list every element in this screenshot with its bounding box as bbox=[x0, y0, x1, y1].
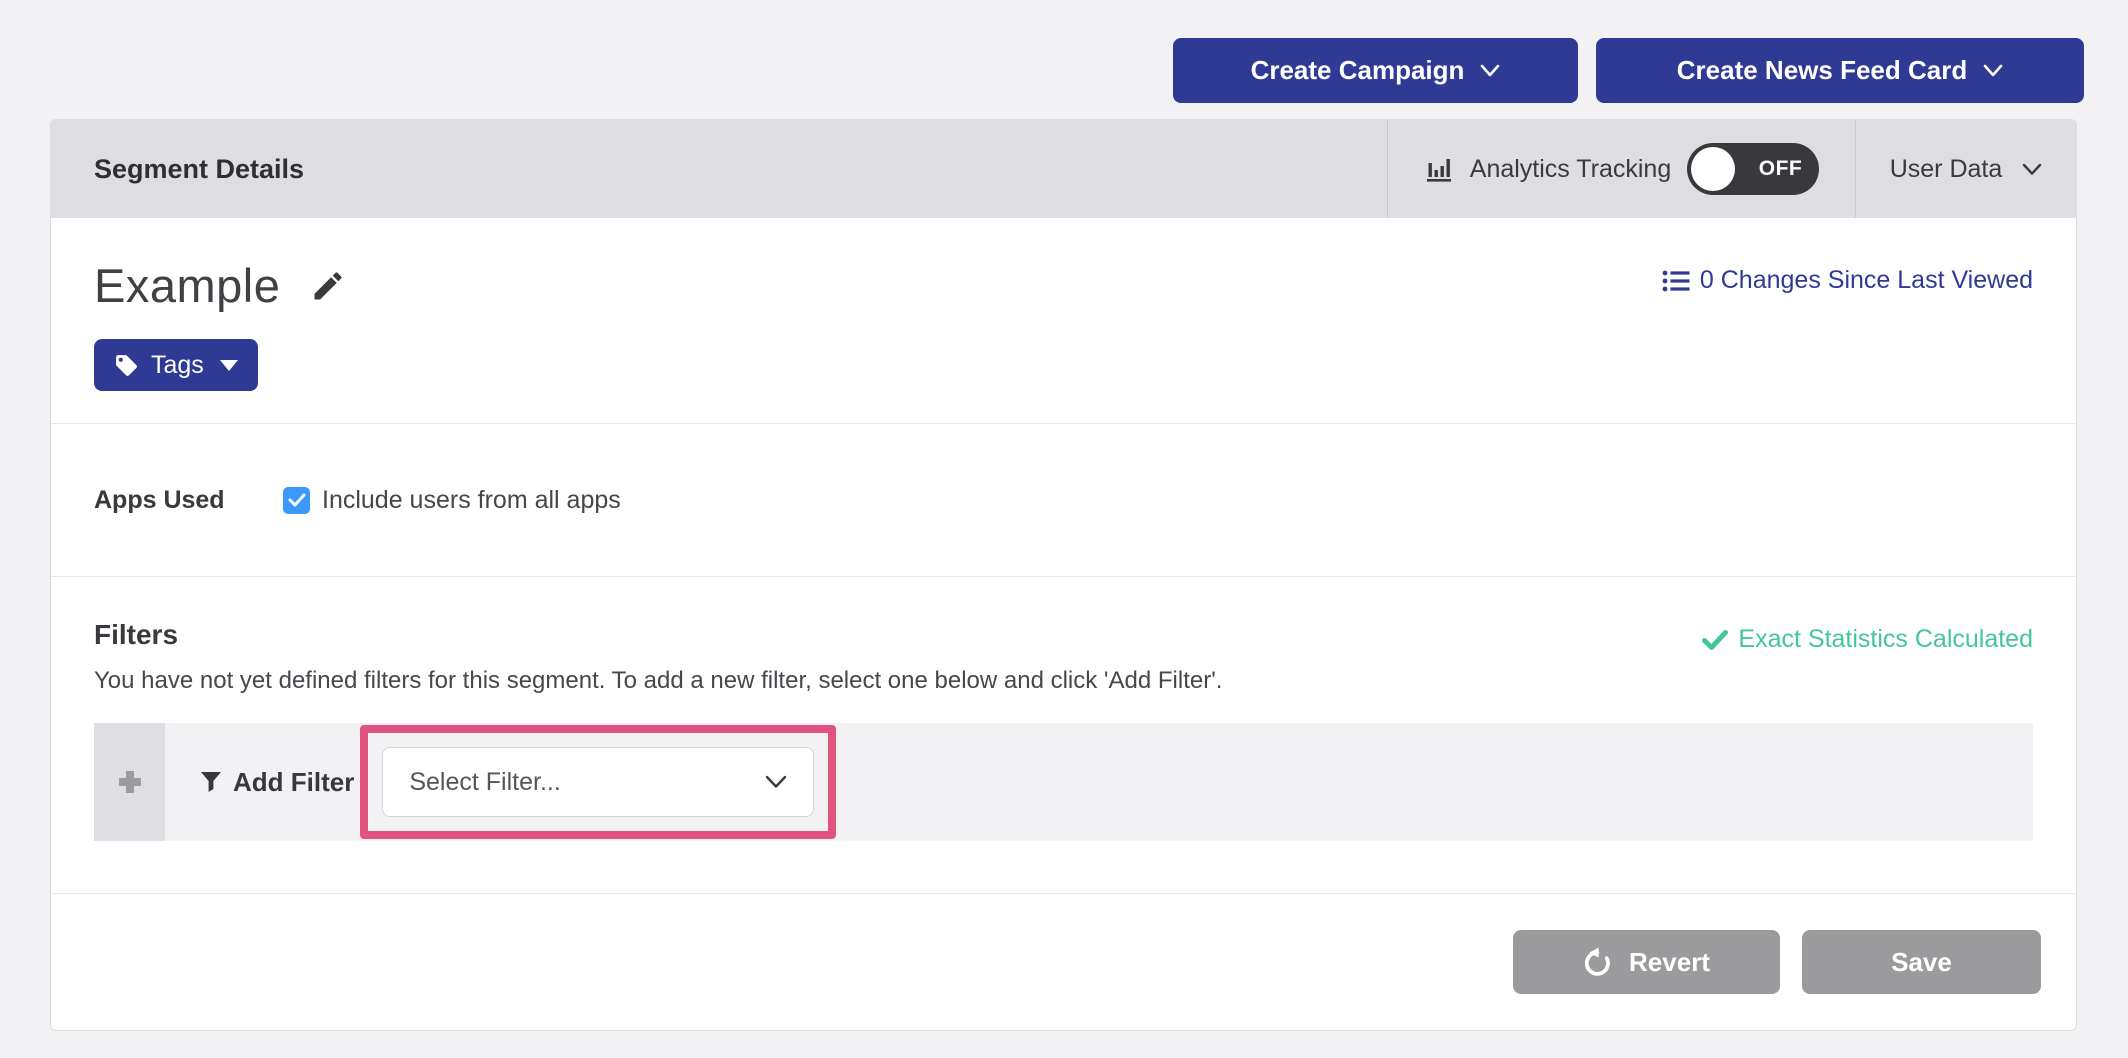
save-label: Save bbox=[1891, 947, 1952, 978]
list-icon bbox=[1662, 269, 1690, 293]
create-campaign-label: Create Campaign bbox=[1251, 55, 1465, 86]
pencil-icon bbox=[310, 268, 346, 304]
analytics-tracking-section: Analytics Tracking OFF bbox=[1387, 120, 1855, 218]
top-action-bar: Create Campaign Create News Feed Card bbox=[1173, 38, 2084, 103]
create-news-feed-card-button[interactable]: Create News Feed Card bbox=[1596, 38, 2084, 103]
caret-down-icon bbox=[220, 360, 238, 371]
tag-icon bbox=[114, 353, 139, 378]
bar-chart-icon bbox=[1424, 154, 1454, 184]
check-icon bbox=[288, 493, 306, 507]
filters-helper-text: You have not yet defined filters for thi… bbox=[94, 667, 2033, 695]
create-campaign-button[interactable]: Create Campaign bbox=[1173, 38, 1578, 103]
add-filter-row: Add Filter Select Filter... bbox=[94, 723, 2033, 841]
segment-details-card: Segment Details Analytics Tracking OFF U… bbox=[50, 119, 2077, 1031]
plus-icon bbox=[115, 767, 145, 797]
add-filter-plus-button[interactable] bbox=[94, 723, 165, 841]
include-all-apps-label: Include users from all apps bbox=[322, 486, 621, 515]
add-filter-label: Add Filter bbox=[233, 767, 354, 798]
filters-section: Filters Exact Statistics Calculated You … bbox=[51, 577, 2076, 894]
add-filter-label-group: Add Filter bbox=[199, 767, 354, 798]
include-all-apps-checkbox[interactable] bbox=[283, 487, 310, 514]
header-spacer bbox=[304, 120, 1387, 218]
chevron-down-icon bbox=[1480, 64, 1500, 78]
page-title: Segment Details bbox=[94, 120, 304, 218]
exact-statistics-status: Exact Statistics Calculated bbox=[1702, 625, 2033, 654]
undo-icon bbox=[1583, 947, 1613, 977]
chevron-down-icon bbox=[2022, 163, 2042, 176]
filter-funnel-icon bbox=[199, 770, 223, 794]
exact-statistics-label: Exact Statistics Calculated bbox=[1738, 625, 2033, 654]
analytics-tracking-toggle[interactable]: OFF bbox=[1687, 143, 1819, 195]
select-filter-dropdown[interactable]: Select Filter... bbox=[382, 747, 814, 817]
analytics-tracking-label: Analytics Tracking bbox=[1470, 155, 1671, 184]
chevron-down-icon bbox=[765, 775, 787, 789]
create-news-feed-card-label: Create News Feed Card bbox=[1677, 55, 1967, 86]
annotation-highlight-box: Select Filter... bbox=[360, 725, 836, 839]
revert-label: Revert bbox=[1629, 947, 1710, 978]
toggle-knob bbox=[1691, 147, 1735, 191]
apps-used-section: Apps Used Include users from all apps bbox=[51, 424, 2076, 577]
edit-name-button[interactable] bbox=[310, 268, 346, 304]
toggle-state-label: OFF bbox=[1759, 157, 1803, 181]
revert-button[interactable]: Revert bbox=[1513, 930, 1780, 994]
changes-link-label: 0 Changes Since Last Viewed bbox=[1700, 266, 2033, 295]
card-header: Segment Details Analytics Tracking OFF U… bbox=[51, 120, 2076, 218]
chevron-down-icon bbox=[1983, 64, 2003, 78]
card-footer: Revert Save bbox=[51, 894, 2076, 1030]
segment-title-section: 0 Changes Since Last Viewed Example Tags bbox=[51, 218, 2076, 424]
changes-since-last-viewed-link[interactable]: 0 Changes Since Last Viewed bbox=[1662, 266, 2033, 295]
check-icon bbox=[1702, 630, 1728, 650]
apps-used-label: Apps Used bbox=[94, 486, 283, 515]
tags-label: Tags bbox=[151, 351, 204, 380]
save-button[interactable]: Save bbox=[1802, 930, 2041, 994]
select-filter-placeholder: Select Filter... bbox=[409, 768, 560, 797]
segment-name: Example bbox=[94, 258, 280, 313]
tags-button[interactable]: Tags bbox=[94, 339, 258, 391]
user-data-label: User Data bbox=[1890, 155, 2003, 184]
user-data-dropdown[interactable]: User Data bbox=[1855, 120, 2076, 218]
